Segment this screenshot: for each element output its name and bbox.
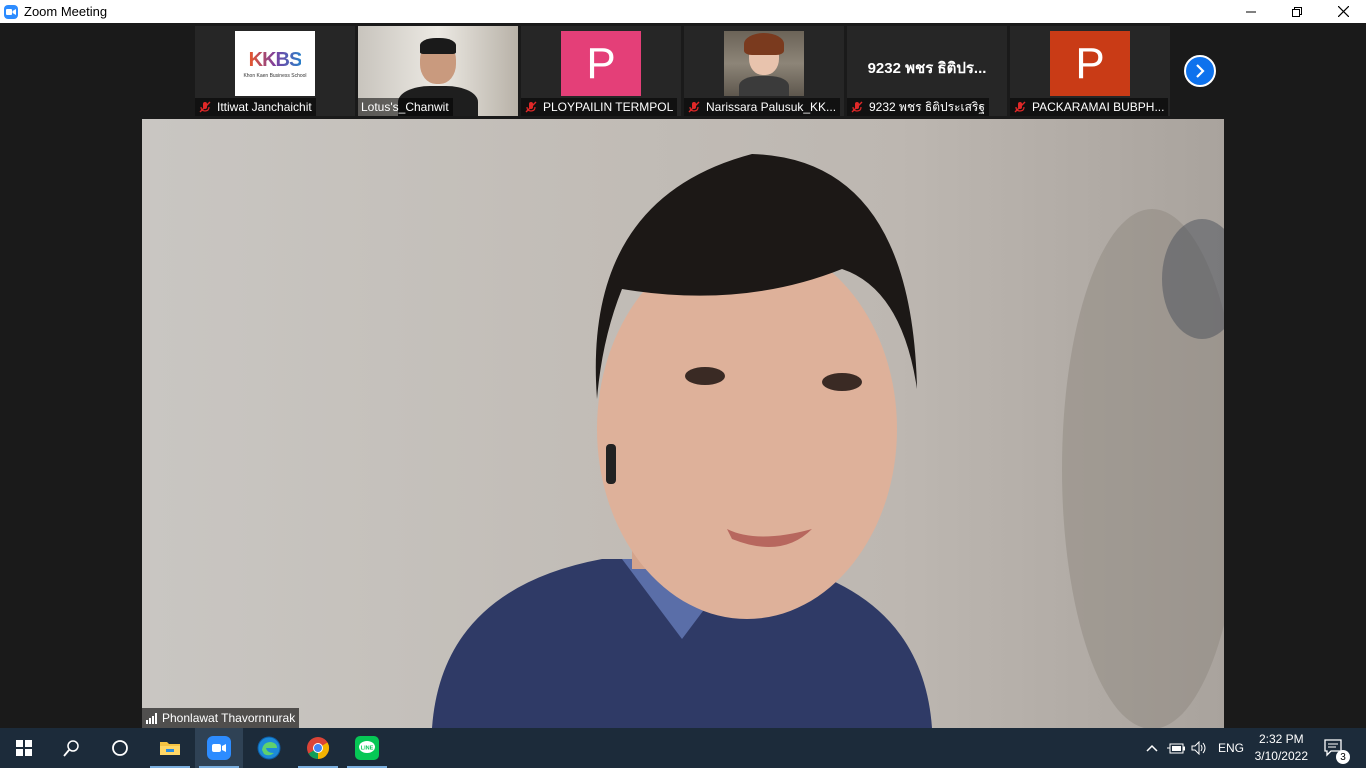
mic-muted-icon [851,101,863,113]
participant-tile[interactable]: Lotus's_Chanwit [358,26,518,116]
taskbar: LINE ENG 2:32 PM 3/10/2022 3 [0,728,1366,768]
participant-display-name: 9232 พชร ธิติปร... [867,60,987,77]
cortana-button[interactable] [96,728,144,768]
participant-tile[interactable]: P PACKARAMAI BUBPH... [1010,26,1170,116]
start-button[interactable] [0,728,48,768]
line-button[interactable]: LINE [343,728,391,768]
zoom-taskbar-button[interactable] [195,728,243,768]
participant-name-label: Lotus's_Chanwit [358,98,453,116]
participant-tile[interactable]: Narissara Palusuk_KK... [684,26,844,116]
volume-button[interactable] [1188,728,1212,768]
title-bar: Zoom Meeting [0,0,1366,23]
zoom-app-icon [4,4,18,19]
restore-button[interactable] [1274,0,1320,23]
mic-muted-icon [525,101,537,113]
zoom-icon [207,736,231,760]
close-button[interactable] [1320,0,1366,23]
participant-name-label: Ittiwat Janchaichit [195,98,316,116]
show-hidden-icons-button[interactable] [1140,728,1164,768]
avatar-initial: P [1050,31,1130,96]
participant-name-label: PACKARAMAI BUBPH... [1010,98,1169,116]
windows-icon [16,740,32,756]
chevron-up-icon [1146,744,1158,752]
participant-name-label: Narissara Palusuk_KK... [684,98,841,116]
clock-date: 3/10/2022 [1254,749,1308,763]
chevron-right-icon [1196,64,1205,78]
active-speaker-name: Phonlawat Thavornnurak [162,711,296,725]
meeting-area: KKBS Khon Kaen Business School Ittiwat J… [0,23,1366,728]
file-explorer-button[interactable] [146,728,194,768]
line-app-icon: LINE [355,736,379,760]
folder-icon [160,742,180,755]
battery-icon [1167,743,1185,754]
mic-muted-icon [1014,101,1026,113]
search-icon [63,740,79,757]
speaker-icon [1191,741,1206,755]
participant-name-label: 9232 พชร ธิติประเสริฐ [847,98,989,116]
active-speaker-label: Phonlawat Thavornnurak [142,708,300,728]
edge-icon [257,736,281,760]
search-button[interactable] [48,728,96,768]
input-language-button[interactable]: ENG [1214,728,1248,768]
notification-count-badge: 3 [1336,750,1350,764]
window-title: Zoom Meeting [24,4,108,19]
next-page-button[interactable] [1184,55,1216,87]
participant-tile[interactable]: P PLOYPAILIN TERMPOL [521,26,681,116]
minimize-button[interactable] [1228,0,1274,23]
profile-photo [724,31,804,96]
avatar-initial: P [561,31,641,96]
mic-muted-icon [199,101,211,113]
edge-button[interactable] [245,728,293,768]
notification-center-button[interactable]: 3 [1316,728,1352,768]
clock-time: 2:32 PM [1258,732,1304,746]
active-speaker-video: Phonlawat Thavornnurak [142,119,1224,728]
svg-text:LINE: LINE [361,746,374,752]
clock[interactable]: 2:32 PM 3/10/2022 [1255,731,1308,765]
participant-tile[interactable]: 9232 พชร ธิติปร... 9232 พชร ธิติประเสริฐ [847,26,1007,116]
chrome-button[interactable] [294,728,342,768]
signal-strength-icon [146,712,157,724]
chrome-icon [307,737,329,759]
participant-tile[interactable]: KKBS Khon Kaen Business School Ittiwat J… [195,26,355,116]
battery-button[interactable] [1164,728,1188,768]
kkbs-logo: KKBS Khon Kaen Business School [235,31,315,96]
participant-video-hair [420,38,456,54]
participant-strip: KKBS Khon Kaen Business School Ittiwat J… [195,26,1173,118]
participant-name-label: PLOYPAILIN TERMPOL [521,98,678,116]
mic-muted-icon [688,101,700,113]
speaker-video-frame [432,154,1224,728]
cortana-icon [112,740,128,756]
